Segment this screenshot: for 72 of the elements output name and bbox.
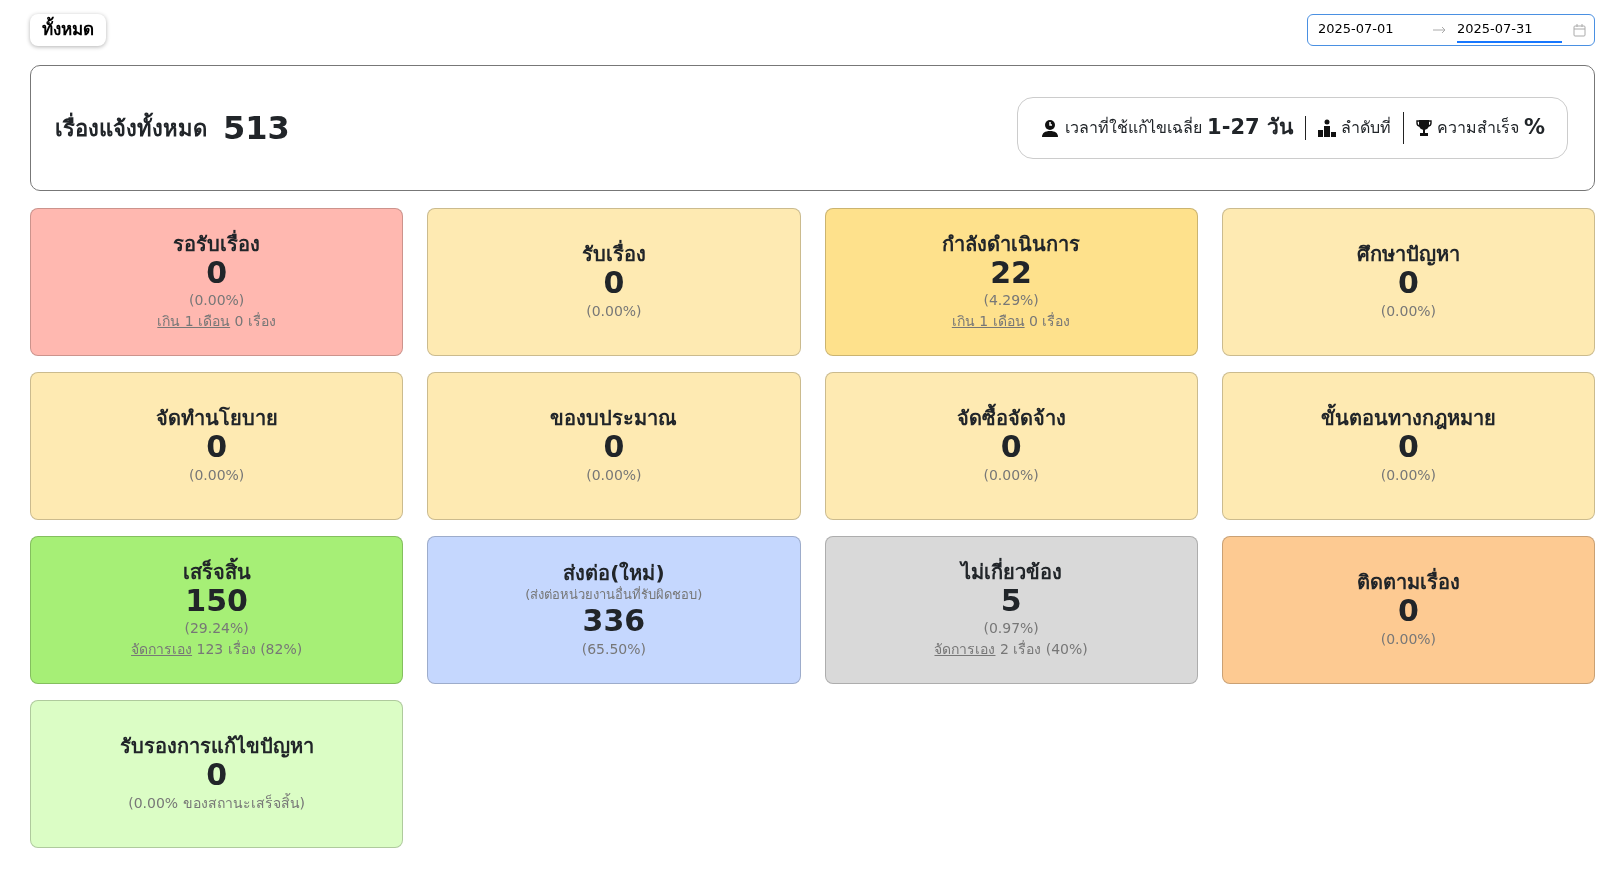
card-note: จัดการเอง 123 เรื่อง (82%) xyxy=(131,639,303,660)
card-note: จัดการเอง 2 เรื่อง (40%) xyxy=(934,639,1088,660)
card-count: 0 xyxy=(1397,430,1419,465)
card-note: เกิน 1 เดือน 0 เรื่อง xyxy=(157,311,276,332)
trophy-icon xyxy=(1415,119,1432,137)
calendar-icon xyxy=(1573,23,1586,37)
card-count: 150 xyxy=(185,583,248,619)
status-card[interactable]: เสร็จสิ้น 150 (29.24%) จัดการเอง 123 เรื่อง (82%) xyxy=(30,536,404,684)
card-percent: (0.97%) xyxy=(983,619,1039,639)
stat-label: เวลาที่ใช้แก้ไขเฉลี่ย xyxy=(1065,116,1203,139)
person-clock-icon xyxy=(1040,118,1061,138)
card-title: ส่งต่อ(ใหม่) xyxy=(563,560,665,585)
card-link[interactable]: เกิน 1 เดือน xyxy=(951,313,1025,330)
card-percent: (0.00%) xyxy=(983,465,1039,485)
card-title: ติดตามเรื่อง xyxy=(1356,570,1460,595)
status-card[interactable]: รับเรื่อง 0 (0.00%) xyxy=(427,208,801,356)
card-percent: (4.29%) xyxy=(983,291,1039,311)
card-percent: (0.00%) xyxy=(586,301,642,321)
podium-icon xyxy=(1317,119,1336,137)
card-count: 5 xyxy=(1000,583,1022,619)
card-count: 336 xyxy=(582,604,646,639)
card-percent: (0.00%) xyxy=(188,291,245,311)
status-card[interactable]: ติดตามเรื่อง 0 (0.00%) xyxy=(1221,536,1595,684)
card-percent: (29.24%) xyxy=(184,619,249,639)
card-count: 0 xyxy=(206,430,228,465)
stat-label: ลำดับที่ xyxy=(1340,116,1391,139)
card-percent: (0.00%) xyxy=(1380,301,1437,321)
card-percent: (65.50%) xyxy=(581,639,647,659)
card-title: รับเรื่อง xyxy=(581,242,646,267)
status-card[interactable]: จัดซื้อจัดจ้าง 0 (0.00%) xyxy=(824,372,1198,520)
card-title: ไม่เกี่ยวข้อง xyxy=(960,559,1062,584)
end-date-field[interactable]: 2025-07-31 xyxy=(1457,17,1562,43)
status-card[interactable]: จัดทำนโยบาย 0 (0.00%) xyxy=(30,372,404,520)
card-count: 0 xyxy=(1397,266,1419,301)
card-count: 22 xyxy=(990,255,1032,291)
status-card[interactable]: รับรองการแก้ไขปัญหา 0 (0.00% ของสถานะเสร็จสิ้น) xyxy=(30,700,404,848)
all-filter-button[interactable]: ทั้งหมด xyxy=(30,14,106,46)
card-title: กำลังดำเนินการ xyxy=(942,231,1081,256)
status-card[interactable]: รอรับเรื่อง 0 (0.00%) เกิน 1 เดือน 0 เรื่อง xyxy=(30,208,404,356)
card-title: ของบประมาณ xyxy=(550,406,678,431)
stat-label: ความสำเร็จ xyxy=(1436,116,1519,139)
card-count: 0 xyxy=(603,266,625,301)
card-percent: (0.00% ของสถานะเสร็จสิ้น) xyxy=(128,792,306,813)
status-card[interactable]: ส่งต่อ(ใหม่) (ส่งต่อหน่วยงานอื่นที่รับผิดชอบ) 336 (65.50%) xyxy=(427,536,801,684)
status-card[interactable]: ศึกษาปัญหา 0 (0.00%) xyxy=(1221,208,1595,356)
card-subtitle: (ส่งต่อหน่วยงานอื่นที่รับผิดชอบ) xyxy=(525,585,703,604)
card-note: เกิน 1 เดือน 0 เรื่อง xyxy=(951,311,1071,332)
total-reports-value: 513 xyxy=(223,108,290,149)
start-date-field[interactable]: 2025-07-01 xyxy=(1318,17,1423,43)
arrow-right-icon xyxy=(1433,26,1447,34)
card-percent: (0.00%) xyxy=(188,465,245,485)
status-card[interactable]: ขั้นตอนทางกฎหมาย 0 (0.00%) xyxy=(1221,372,1595,520)
card-percent: (0.00%) xyxy=(1380,465,1437,485)
card-count: 0 xyxy=(603,430,625,465)
status-card[interactable]: ของบประมาณ 0 (0.00%) xyxy=(427,372,801,520)
card-title: จัดทำนโยบาย xyxy=(155,406,278,431)
card-title: รอรับเรื่อง xyxy=(173,231,261,256)
card-count: 0 xyxy=(1397,594,1419,629)
card-count: 0 xyxy=(1000,430,1022,465)
status-card[interactable]: ไม่เกี่ยวข้อง 5 (0.97%) จัดการเอง 2 เรื่อง (40%) xyxy=(824,536,1198,684)
card-count: 0 xyxy=(206,758,228,793)
card-percent: (0.00%) xyxy=(586,465,642,485)
stat-value: % xyxy=(1523,114,1545,142)
date-range-picker[interactable]: 2025-07-01 2025-07-31 xyxy=(1307,14,1595,46)
stat-value: 1-27 วัน xyxy=(1207,114,1293,142)
card-percent: (0.00%) xyxy=(1380,629,1437,649)
card-title: รับรองการแก้ไขปัญหา xyxy=(119,734,314,759)
card-count: 0 xyxy=(206,255,228,291)
card-title: เสร็จสิ้น xyxy=(182,559,251,584)
total-reports-label: เรื่องแจ้งทั้งหมด xyxy=(55,111,207,145)
card-title: ศึกษาปัญหา xyxy=(1356,242,1460,267)
status-card[interactable]: กำลังดำเนินการ 22 (4.29%) เกิน 1 เดือน 0 เรื่อง xyxy=(824,208,1198,356)
